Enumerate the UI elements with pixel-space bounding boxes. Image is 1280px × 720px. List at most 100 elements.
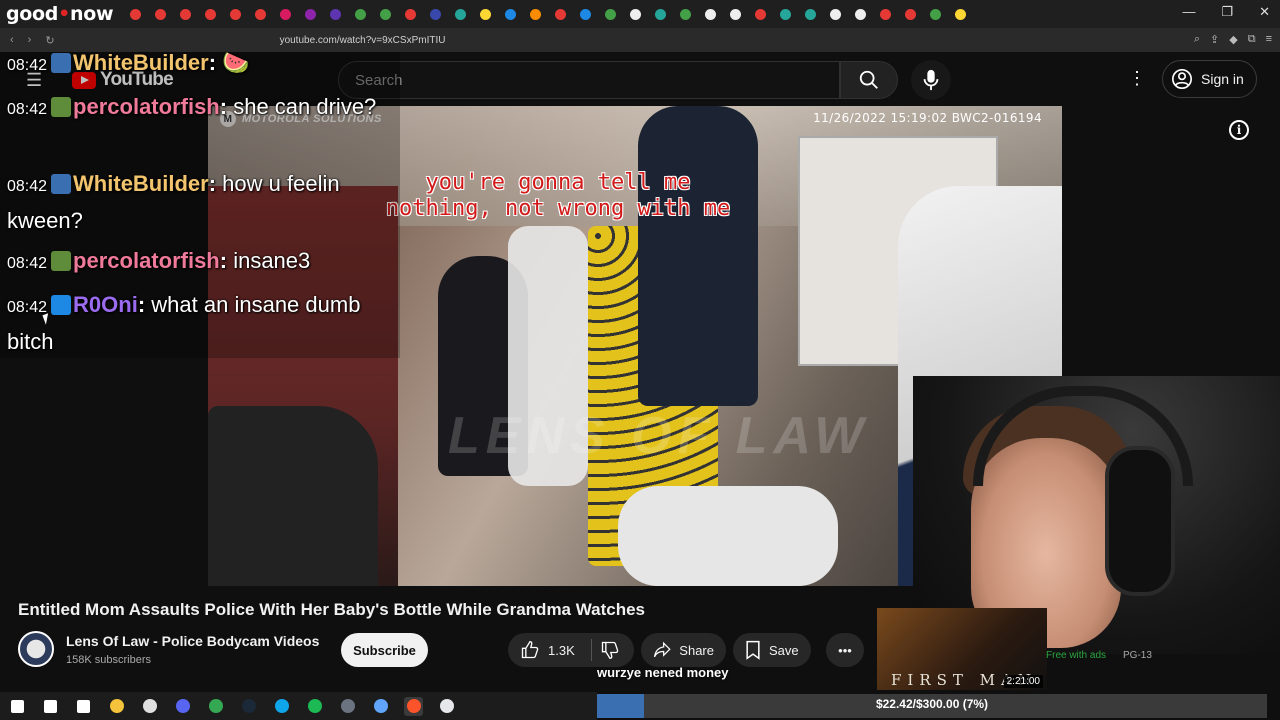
tab-favicon-icon [430,8,442,20]
save-button[interactable]: Save [733,633,811,667]
share-page-icon[interactable]: ⇪ [1210,33,1219,46]
browser-tab-icon[interactable] [852,6,869,23]
menu-icon[interactable]: ≡ [1266,33,1272,46]
like-count[interactable]: 1.3K [548,643,575,658]
extensions-icon[interactable]: ⧉ [1248,33,1256,46]
browser-tab-icon[interactable] [377,6,394,23]
taskbar-notepad-icon[interactable] [371,697,390,716]
sign-in-button[interactable]: Sign in [1162,60,1257,98]
taskbar-spotify-icon[interactable] [305,697,324,716]
channel-name[interactable]: Lens Of Law - Police Bodycam Videos [66,633,319,649]
taskbar-search-icon[interactable] [41,697,60,716]
browser-tab-icon[interactable] [602,6,619,23]
chat-separator: : [208,171,223,196]
browser-tab-icon[interactable] [552,6,569,23]
browser-tab-icon[interactable] [252,6,269,23]
browser-tab-icon[interactable] [827,6,844,23]
browser-tab-icon[interactable] [652,6,669,23]
taskbar-file-explorer-icon[interactable] [107,697,126,716]
browser-tab-icon[interactable] [302,6,319,23]
browser-tab-icon[interactable] [127,6,144,23]
recommended-video-thumbnail[interactable]: FIRST MAN 2:21:00 [877,608,1047,690]
chat-username: percolatorfish [73,94,220,119]
browser-tabstrip: good•now — ❐ ✕ [0,0,1280,28]
browser-tab-icon[interactable] [952,6,969,23]
tab-favicon-icon [880,8,892,20]
taskbar-edge-icon[interactable] [272,697,291,716]
browser-tab-icon[interactable] [927,6,944,23]
more-actions-button[interactable]: ••• [826,633,864,667]
chat-username: WhiteBuilder [73,171,209,196]
browser-tab-icon[interactable] [627,6,644,23]
taskbar-obs-studio-icon[interactable] [338,697,357,716]
browser-tab-icon[interactable] [427,6,444,23]
chat-badge-icon [51,53,72,73]
thumbs-up-icon[interactable] [520,640,540,660]
maximize-button[interactable]: ❐ [1221,4,1233,20]
taskbar-glyph [11,699,24,713]
info-icon[interactable]: i [1229,120,1249,140]
tab-favicon-icon [755,8,767,20]
subscribe-button[interactable]: Subscribe [341,633,428,667]
settings-kebab-icon[interactable]: ⋮ [1128,68,1146,89]
browser-tab-icon[interactable] [777,6,794,23]
browser-tab-icon[interactable] [877,6,894,23]
browser-tab-icon[interactable] [227,6,244,23]
forward-icon[interactable]: › [28,34,32,47]
tab-favicon-icon [805,8,817,20]
browser-tab-icon[interactable] [452,6,469,23]
browser-tab-icon[interactable] [477,6,494,23]
reload-icon[interactable]: ↻ [45,34,54,47]
thumbs-down-icon[interactable] [600,640,620,660]
channel-avatar[interactable] [18,631,54,667]
browser-tab-icon[interactable] [752,6,769,23]
browser-tab-icon[interactable] [202,6,219,23]
chat-separator: : [137,292,152,317]
tab-favicon-icon [480,8,492,20]
back-icon[interactable]: ‹ [10,34,14,47]
browser-tab-icon[interactable] [702,6,719,23]
browser-tab-icon[interactable] [402,6,419,23]
search-button[interactable] [840,61,898,99]
tab-favicon-icon [230,8,242,20]
browser-tab-icon[interactable] [277,6,294,23]
taskbar-paint-icon[interactable] [437,697,456,716]
taskbar-glyph [109,699,124,713]
browser-tab-icon[interactable] [727,6,744,23]
voice-search-button[interactable] [911,60,951,100]
taskbar-windows-start-icon[interactable] [8,697,27,716]
windows-taskbar [0,692,597,720]
browser-tab-icon[interactable] [902,6,919,23]
taskbar-obs-icon[interactable] [140,697,159,716]
taskbar-chrome-icon[interactable] [206,697,225,716]
taskbar-steam-icon[interactable] [239,697,258,716]
search-input[interactable]: Search [338,61,840,99]
brave-shield-icon[interactable]: ◆ [1229,33,1237,46]
thumbnail-duration: 2:21:00 [1003,675,1043,688]
minimize-button[interactable]: — [1182,4,1195,20]
browser-tab-icon[interactable] [502,6,519,23]
browser-tab-icon[interactable] [352,6,369,23]
taskbar-brave-icon[interactable] [404,696,423,716]
taskbar-discord-icon[interactable] [173,697,192,716]
chat-username: R0Oni [73,292,138,317]
url-field[interactable]: youtube.com/watch?v=9xCSxPmITIU [280,35,446,46]
chat-message: 08:42 R0Oni: what an insane dumb bitch [7,288,387,359]
zoom-icon[interactable]: ⌕ [1194,33,1200,46]
browser-tab-icon[interactable] [177,6,194,23]
close-window-button[interactable]: ✕ [1259,4,1270,20]
tab-favicon-icon [955,8,967,20]
tab-favicon-icon [730,8,742,20]
browser-tab-icon[interactable] [327,6,344,23]
tab-favicon-icon [455,8,467,20]
stream-title-dot: • [58,3,70,25]
browser-tab-icon[interactable] [802,6,819,23]
browser-tab-icon[interactable] [677,6,694,23]
browser-tab-icon[interactable] [527,6,544,23]
chat-message: 08:42 WhiteBuilder: 🍉 [7,46,287,83]
stream-title-part-b: now [69,3,114,25]
taskbar-task-view-icon[interactable] [74,697,93,716]
browser-tab-icon[interactable] [152,6,169,23]
browser-tab-icon[interactable] [577,6,594,23]
share-button[interactable]: Share [641,633,726,667]
